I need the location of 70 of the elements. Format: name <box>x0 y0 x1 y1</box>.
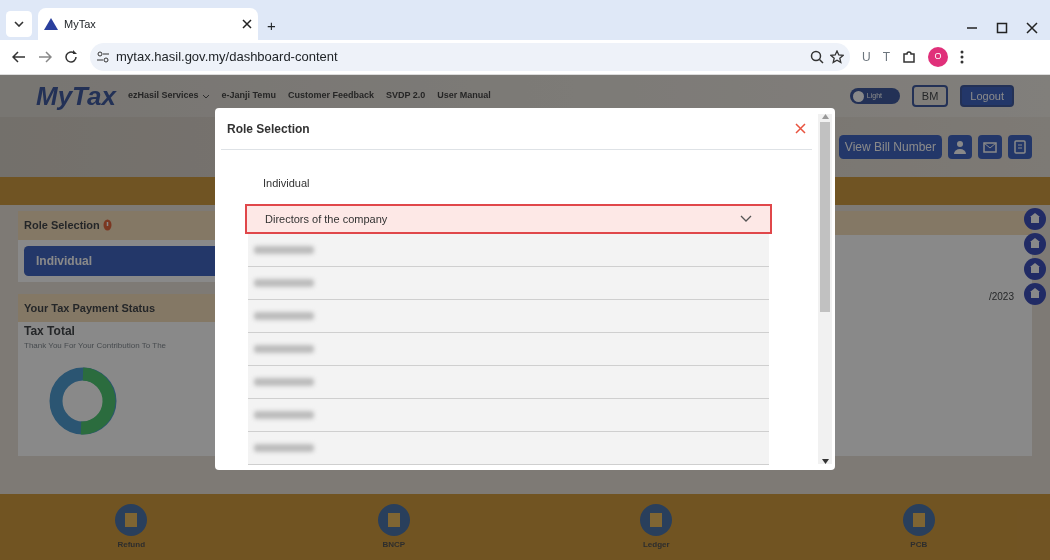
scroll-up-icon[interactable] <box>821 114 829 119</box>
blurred-text <box>254 279 314 287</box>
document-icon <box>911 511 926 528</box>
bottom-nav-label[interactable]: PCB <box>910 538 928 551</box>
maximize-icon[interactable] <box>996 22 1008 34</box>
blurred-text <box>254 312 314 320</box>
view-bill-button[interactable]: View Bill Number <box>838 135 942 159</box>
back-icon[interactable] <box>12 51 26 63</box>
browser-tab[interactable]: MyTax <box>38 8 258 40</box>
zoom-icon[interactable] <box>810 50 824 64</box>
bottom-nav-label[interactable]: Ledger <box>642 538 670 551</box>
user-icon[interactable] <box>953 140 967 154</box>
blurred-text <box>254 246 314 254</box>
blurred-text <box>254 411 314 419</box>
address-bar[interactable]: mytax.hasil.gov.my/dashboard-content <box>90 43 850 71</box>
profile-avatar[interactable]: O <box>928 47 948 67</box>
nav-link[interactable]: e-Janji Temu <box>221 89 276 103</box>
nav-link[interactable]: SVDP 2.0 <box>385 89 426 103</box>
reload-icon[interactable] <box>64 50 78 64</box>
floating-button[interactable] <box>1024 233 1046 255</box>
document-icon[interactable] <box>1013 140 1027 154</box>
extension-button[interactable]: U <box>862 48 871 66</box>
role-option[interactable]: Directors of the company <box>245 204 772 234</box>
language-button[interactable]: BM <box>911 84 949 108</box>
bottom-nav-button[interactable] <box>115 503 148 536</box>
blurred-text <box>254 378 314 386</box>
modal-title: Role Selection <box>227 120 310 138</box>
extension-button[interactable]: T <box>882 48 890 66</box>
floating-button[interactable] <box>1024 283 1046 305</box>
document-icon <box>649 511 664 528</box>
nav-link[interactable]: ezHasil Services <box>127 89 210 103</box>
url-text: mytax.hasil.gov.my/dashboard-content <box>116 48 339 67</box>
caret-icon <box>201 93 210 99</box>
blurred-text <box>254 444 314 452</box>
home-icon <box>1029 213 1041 225</box>
scrollbar[interactable] <box>818 114 832 464</box>
nav-link[interactable]: User Manual <box>437 89 491 103</box>
new-tab-button[interactable]: + <box>267 14 276 37</box>
floating-button[interactable] <box>1024 208 1046 230</box>
bottom-nav-button[interactable] <box>377 503 410 536</box>
bottom-nav-button[interactable] <box>902 503 935 536</box>
nav-link[interactable]: Customer Feedback <box>287 89 374 103</box>
panel-title: Role Selection <box>24 218 100 233</box>
date-text: /2023 <box>987 290 1015 304</box>
document-icon <box>386 511 401 528</box>
tab-title: MyTax <box>64 16 97 32</box>
bottom-nav-button[interactable] <box>640 503 673 536</box>
tax-total-label: Tax Total <box>23 323 76 340</box>
donut-graphic <box>48 366 118 436</box>
site-logo[interactable]: MyTax <box>36 76 116 116</box>
close-icon[interactable] <box>1026 22 1038 34</box>
triangle-logo-icon <box>44 18 58 30</box>
mail-icon[interactable] <box>983 140 997 154</box>
bottom-nav-label[interactable]: BNCP <box>382 538 406 551</box>
alert-icon <box>102 219 112 232</box>
scroll-down-icon[interactable] <box>821 459 829 464</box>
blurred-text <box>254 345 314 353</box>
chevron-down-icon <box>14 21 24 27</box>
bottom-nav-label[interactable]: Refund <box>117 538 146 551</box>
role-option[interactable]: Individual <box>245 168 772 198</box>
forward-icon[interactable] <box>38 51 52 63</box>
floating-button[interactable] <box>1024 258 1046 280</box>
document-icon <box>124 511 139 528</box>
tab-list-button[interactable] <box>6 11 32 37</box>
chevron-down-icon <box>740 215 752 223</box>
close-icon[interactable] <box>242 19 252 29</box>
star-icon[interactable] <box>830 50 844 64</box>
logout-button[interactable]: Logout <box>960 84 1014 108</box>
site-settings-icon[interactable] <box>96 51 110 63</box>
more-icon[interactable] <box>960 50 964 64</box>
